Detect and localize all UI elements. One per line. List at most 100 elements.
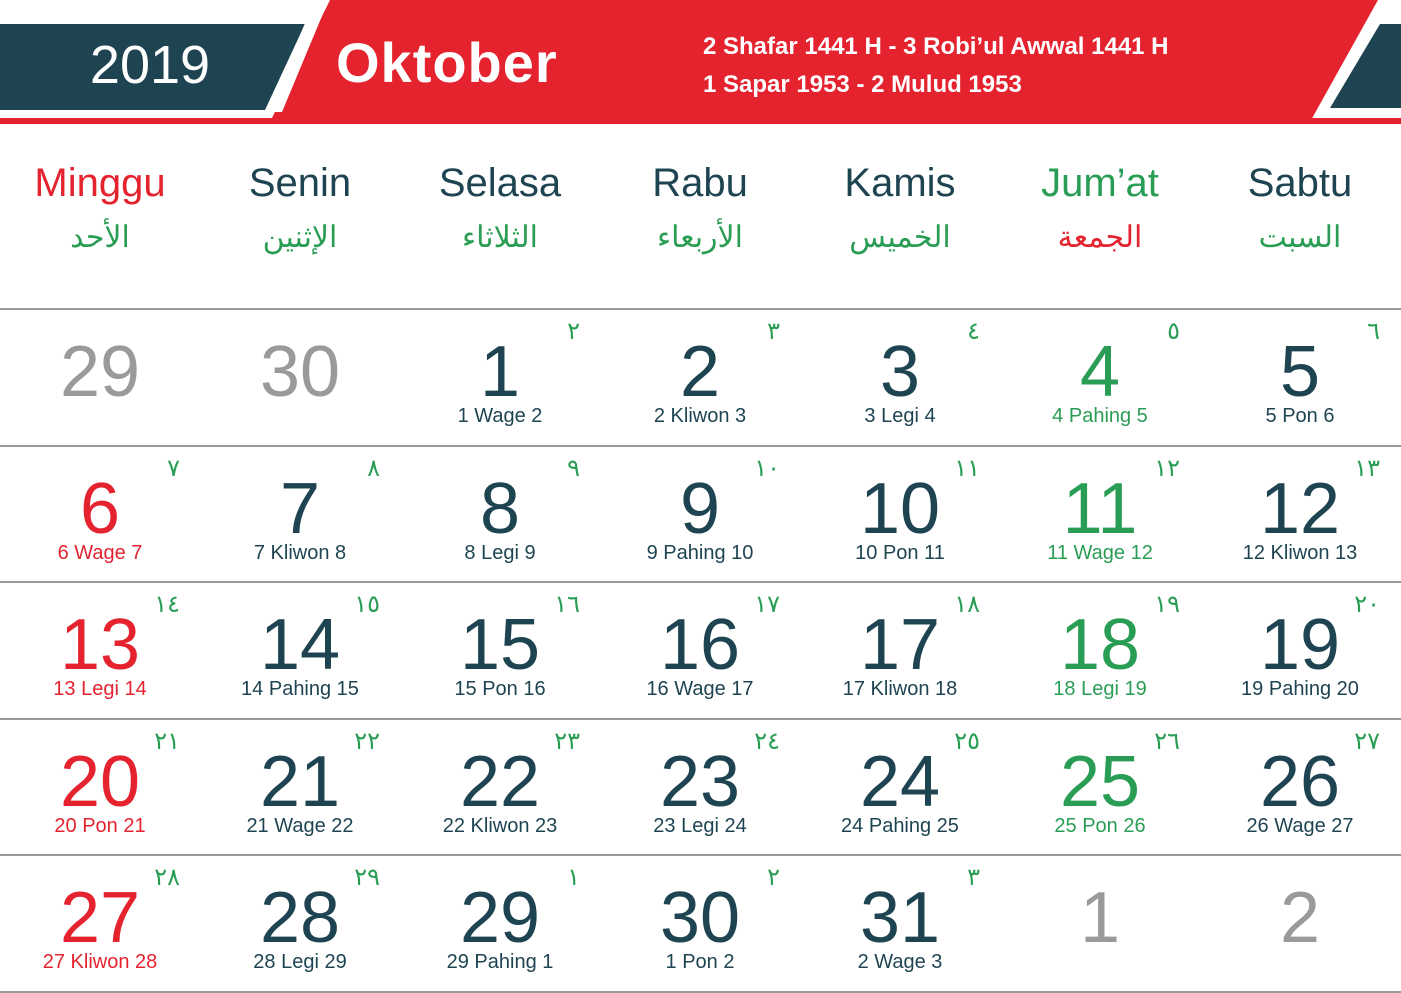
hijri-date: ٤	[967, 317, 980, 345]
hijri-date: ١٥	[354, 590, 380, 618]
day-cell[interactable]: 29 29 Pahing 1١	[400, 854, 600, 989]
hijri-range: 2 Shafar 1441 H - 3 Robi’ul Awwal 1441 H	[703, 33, 1169, 60]
javanese-range: 1 Sapar 1953 - 2 Mulud 1953	[703, 71, 1022, 98]
hijri-date: ٢	[567, 317, 580, 345]
hijri-date: ١٩	[1154, 590, 1180, 618]
hijri-date: ١٠	[754, 454, 780, 482]
day-cell[interactable]: 88 Legi 9٩	[400, 445, 600, 580]
javanese-date: 18 Legi 19	[1053, 678, 1147, 700]
hijri-date: ١	[567, 863, 580, 891]
weekday-arabic: الأحد	[70, 220, 130, 255]
day-cell[interactable]: 11 11 Wage 12 ١٢	[1000, 445, 1200, 580]
day-cell[interactable]: 1	[1000, 854, 1200, 989]
javanese-date: 21 Wage 22	[246, 815, 354, 837]
day-cell[interactable]: 22 22 Kliwon 23 ٢٣	[400, 718, 600, 853]
day-cell[interactable]: 13 13 Legi 14 ١٤	[0, 581, 200, 716]
day-cell[interactable]: 24 24 Pahing 25 ٢٥	[800, 718, 1000, 853]
weekday-name: Rabu	[652, 161, 748, 205]
javanese-date: 29 Pahing 1	[446, 951, 554, 973]
javanese-date: 1 Wage 2	[457, 405, 543, 427]
day-cell[interactable]: 10 10 Pon 11 ١١	[800, 445, 1000, 580]
day-cell[interactable]: 99 Pahing 10 ١٠	[600, 445, 800, 580]
day-cell[interactable]: 12 12 Kliwon 13 ١٣	[1200, 445, 1400, 580]
hijri-date: ٨	[367, 454, 380, 482]
day-cell[interactable]: 16 16 Wage 17 ١٧	[600, 581, 800, 716]
javanese-date: 14 Pahing 15	[241, 678, 359, 700]
hijri-date: ٢٥	[954, 727, 980, 755]
day-cell[interactable]: 31 2 Wage 3٣	[800, 854, 1000, 989]
hijri-date: ٢١	[154, 727, 180, 755]
day-cell[interactable]: 23 23 Legi 24 ٢٤	[600, 718, 800, 853]
weekday-arabic: السبت	[1258, 220, 1342, 255]
day-cell[interactable]: 33 Legi 4٤	[800, 308, 1000, 443]
weekday-name: Sabtu	[1247, 161, 1353, 205]
weekday-arabic: الخميس	[849, 220, 951, 255]
grid-rule	[0, 718, 1401, 720]
day-cell[interactable]: 2	[1200, 854, 1400, 989]
hijri-date: ٢٩	[354, 863, 380, 891]
day-cell[interactable]: 20 20 Pon 21 ٢١	[0, 718, 200, 853]
weekday-header: Rabu الأربعاء	[600, 155, 800, 263]
javanese-date: 11 Wage 12	[1047, 542, 1153, 564]
hijri-date: ٢	[767, 863, 780, 891]
day-cell[interactable]: 19 19 Pahing 20 ٢٠	[1200, 581, 1400, 716]
grid-rule	[0, 445, 1401, 447]
javanese-date: 16 Wage 17	[646, 678, 754, 700]
day-cell[interactable]: 11 Wage 2٢	[400, 308, 600, 443]
day-cell[interactable]: 30	[200, 308, 400, 443]
hijri-date: ١٤	[154, 590, 180, 618]
day-cell[interactable]: 18 18 Legi 19 ١٩	[1000, 581, 1200, 716]
javanese-date: 17 Kliwon 18	[842, 678, 958, 700]
day-cell[interactable]: 29	[0, 308, 200, 443]
hijri-date: ٢٣	[554, 727, 580, 755]
weekday-arabic: الأربعاء	[656, 220, 743, 255]
javanese-date: 8 Legi 9	[464, 542, 536, 564]
hijri-date: ٣	[967, 863, 980, 891]
day-cell[interactable]: 44 Pahing 5٥	[1000, 308, 1200, 443]
javanese-date: 22 Kliwon 23	[442, 815, 558, 837]
weekday-name: Kamis	[844, 161, 956, 205]
red-rule	[0, 118, 1401, 124]
javanese-date: 28 Legi 29	[253, 951, 347, 973]
day-cell[interactable]: 15 15 Pon 16 ١٦	[400, 581, 600, 716]
hijri-date: ٧	[167, 454, 180, 482]
javanese-date: 6 Wage 7	[57, 542, 143, 564]
hijri-date: ٢٠	[1354, 590, 1380, 618]
day-cell[interactable]: 66 Wage 7٧	[0, 445, 200, 580]
day-cell[interactable]: 55 Pon 6٦	[1200, 308, 1400, 443]
weekday-name: Selasa	[438, 161, 562, 205]
hijri-date: ١٣	[1354, 454, 1380, 482]
weekday-name: Minggu	[34, 161, 166, 205]
day-cell[interactable]: 21 21 Wage 22 ٢٢	[200, 718, 400, 853]
javanese-date: 26 Wage 27	[1246, 815, 1354, 837]
day-cell[interactable]: 28 28 Legi 29 ٢٩	[200, 854, 400, 989]
javanese-date: 13 Legi 14	[53, 678, 147, 700]
javanese-date: 1 Pon 2	[665, 951, 735, 973]
weekday-arabic: الجمعة	[1057, 220, 1143, 255]
weekday-arabic: الثلاثاء	[461, 220, 539, 255]
javanese-date: 15 Pon 16	[454, 678, 546, 700]
day-cell[interactable]: 25 25 Pon 26 ٢٦	[1000, 718, 1200, 853]
javanese-date: 10 Pon 11	[855, 542, 945, 564]
hijri-date: ١٢	[1154, 454, 1180, 482]
weekday-header: Kamis الخميس	[800, 155, 1000, 263]
year-label: 2019	[89, 35, 211, 95]
day-cell[interactable]: 77 Kliwon 8٨	[200, 445, 400, 580]
day-cell[interactable]: 26 26 Wage 27 ٢٧	[1200, 718, 1400, 853]
javanese-date: 25 Pon 26	[1054, 815, 1146, 837]
day-cell[interactable]: 14 14 Pahing 15 ١٥	[200, 581, 400, 716]
grid-rule	[0, 854, 1401, 856]
weekday-header: Selasa الثلاثاء	[400, 155, 600, 263]
weekday-header: Minggu الأحد	[0, 155, 200, 263]
hijri-date: ٥	[1167, 317, 1180, 345]
day-cell[interactable]: 27 27 Kliwon 28 ٢٨	[0, 854, 200, 989]
hijri-date: ٢٦	[1154, 727, 1180, 755]
javanese-date: 2 Kliwon 3	[653, 405, 747, 427]
weekday-name: Senin	[248, 161, 352, 205]
day-cell[interactable]: 22 Kliwon 3٣	[600, 308, 800, 443]
day-cell[interactable]: 30 1 Pon 2٢	[600, 854, 800, 989]
grid-rule	[0, 308, 1401, 310]
javanese-date: 12 Kliwon 13	[1242, 542, 1358, 564]
day-cell[interactable]: 17 17 Kliwon 18 ١٨	[800, 581, 1000, 716]
javanese-date: 4 Pahing 5	[1052, 405, 1148, 427]
